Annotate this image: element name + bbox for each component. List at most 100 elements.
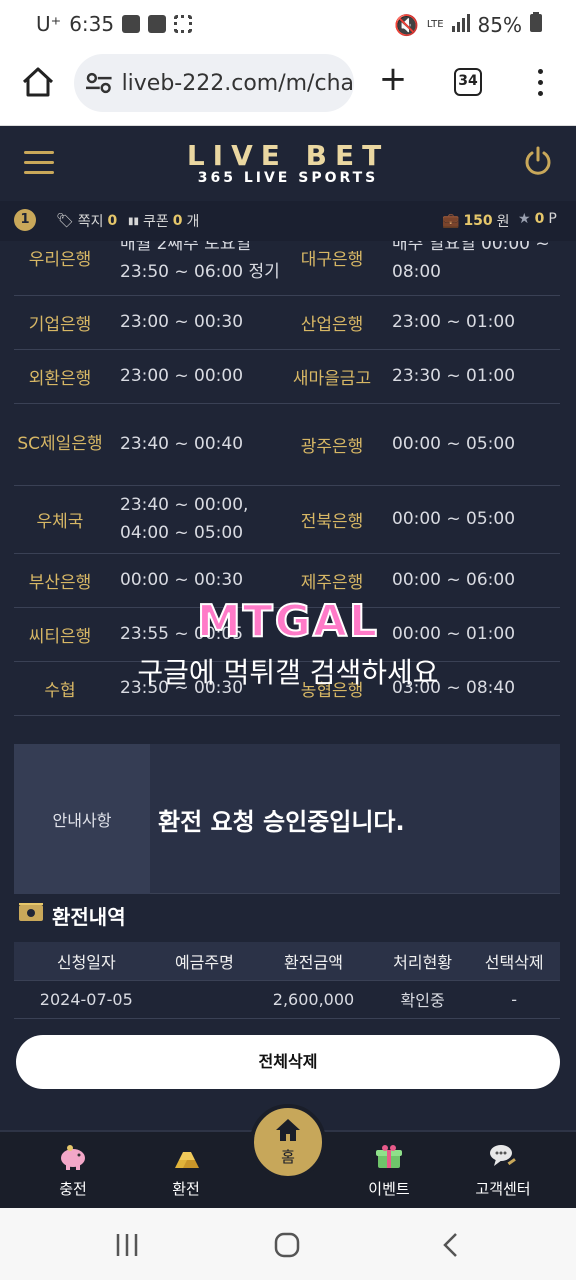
bank-maintenance-table: 우리은행 매월 2째주 토요일 23:50 ~ 06:00 정기 대구은행 매주…	[14, 241, 560, 716]
column-header: 환전금액	[250, 942, 377, 981]
logout-power-icon[interactable]	[522, 145, 554, 177]
notes-count: 0	[107, 213, 118, 229]
battery-level: 85%	[477, 12, 522, 37]
table-row: SC제일은행 23:40 ~ 00:40 광주은행 00:00 ~ 05:00	[14, 403, 560, 486]
table-row: 우리은행 매월 2째주 토요일 23:50 ~ 06:00 정기 대구은행 매주…	[14, 241, 560, 296]
level-badge: 1	[14, 209, 36, 231]
delete-all-button[interactable]: 전체삭제	[16, 1035, 560, 1089]
table-row: 2024-07-05 2,600,000 확인중 -	[14, 980, 560, 1019]
url-text: liveb-222.com/m/cha	[121, 70, 354, 96]
logo-main: LIVE BET	[186, 139, 390, 172]
nav-support[interactable]: 고객센터	[448, 1142, 558, 1199]
home-system-button[interactable]	[274, 1232, 300, 1262]
chat-icon	[488, 1142, 518, 1172]
nav-label: 홈	[281, 1148, 295, 1166]
bank-name: 씨티은행	[14, 607, 106, 662]
coupon-icon: ▮▮	[128, 215, 140, 227]
bank-name: 부산은행	[14, 553, 106, 608]
coupon-unit: 개	[186, 214, 200, 230]
bank-name	[286, 607, 378, 662]
point-unit: P	[548, 211, 557, 227]
bank-name: SC제일은행	[14, 403, 106, 486]
notice-message: 환전 요청 승인중입니다.	[158, 807, 405, 836]
column-header: 처리현황	[376, 942, 469, 981]
money-amount: 150	[463, 213, 493, 229]
nav-withdraw[interactable]: 환전	[131, 1142, 241, 1199]
column-header: 신청일자	[14, 942, 159, 981]
table-header-row: 신청일자 예금주명 환전금액 처리현황 선택삭제	[14, 942, 560, 981]
maintenance-time: 23:40 ~ 00:00, 04:00 ~ 05:00	[106, 485, 286, 554]
browser-home-button[interactable]	[18, 62, 58, 102]
maintenance-time: 00:00 ~ 06:00	[378, 553, 560, 608]
notes-label: 쪽지	[77, 214, 104, 230]
column-header: 예금주명	[158, 942, 251, 981]
maintenance-time: 00:00 ~ 05:00	[378, 485, 560, 554]
main-content[interactable]: 우리은행 매월 2째주 토요일 23:50 ~ 06:00 정기 대구은행 매주…	[0, 241, 576, 1130]
table-row: 우체국 23:40 ~ 00:00, 04:00 ~ 05:00 전북은행 00…	[14, 485, 560, 554]
url-bar[interactable]: liveb-222.com/m/cha	[74, 54, 354, 112]
bank-name: 대구은행	[286, 241, 378, 296]
exchange-history-table: 신청일자 예금주명 환전금액 처리현황 선택삭제 2024-07-05 2,60…	[14, 942, 560, 1019]
star-icon: ★	[518, 211, 531, 227]
table-row: 부산은행 00:00 ~ 00:30 제주은행 00:00 ~ 06:00	[14, 553, 560, 608]
recent-apps-button[interactable]	[114, 1232, 140, 1262]
column-header: 선택삭제	[468, 942, 560, 981]
notification-dots-icon	[174, 15, 193, 33]
money-stack-icon	[18, 902, 44, 929]
maintenance-time: 23:50 ~ 00:30	[106, 661, 286, 716]
system-navigation-bar	[0, 1208, 576, 1280]
nav-event[interactable]: 이벤트	[334, 1142, 444, 1199]
carrier: U⁺	[36, 12, 62, 36]
logo-sub: 365 LIVE SPORTS	[197, 170, 379, 186]
bank-name: 농협은행	[286, 661, 378, 716]
bank-name: 광주은행	[286, 403, 378, 486]
user-info-bar: 1 🏷 쪽지 0 ▮▮ 쿠폰 0 개 💼 150 원 ★ 0 P	[0, 201, 576, 241]
bottom-navigation: 충전 환전 홈 이벤트 고객센터	[0, 1104, 576, 1208]
bank-name: 수협	[14, 661, 106, 716]
browser-menu-button[interactable]	[530, 66, 550, 100]
site-settings-icon[interactable]	[86, 72, 112, 94]
tab-switcher-button[interactable]: 34	[454, 68, 482, 96]
coupon-label: 쿠폰	[143, 214, 169, 230]
gallery-icon	[122, 15, 141, 33]
bank-name: 제주은행	[286, 553, 378, 608]
select-delete[interactable]: -	[468, 980, 560, 1019]
maintenance-time: 23:30 ~ 01:00	[378, 349, 560, 404]
b-app-icon	[148, 15, 167, 33]
bank-name: 외환은행	[14, 349, 106, 404]
maintenance-time: 23:55 ~ 00:05	[106, 607, 286, 662]
back-button[interactable]	[438, 1232, 464, 1262]
table-row: 수협 23:50 ~ 00:30 농협은행 03:00 ~ 08:40	[14, 661, 560, 716]
bank-name: 전북은행	[286, 485, 378, 554]
money-unit: 원	[496, 214, 510, 230]
maintenance-time: 03:00 ~ 08:40	[378, 661, 560, 716]
notes-link[interactable]: 🏷 쪽지 0	[56, 211, 117, 231]
point-amount: 0	[534, 211, 545, 227]
table-row: 외환은행 23:00 ~ 00:00 새마을금고 23:30 ~ 01:00	[14, 349, 560, 404]
maintenance-time: 23:00 ~ 00:30	[106, 295, 286, 350]
notice-label: 안내사항	[14, 744, 150, 894]
bank-name: 새마을금고	[286, 349, 378, 404]
bank-name: 기업은행	[14, 295, 106, 350]
account-holder	[158, 980, 251, 1019]
bank-name: 산업은행	[286, 295, 378, 350]
browser-toolbar: liveb-222.com/m/cha + 34	[0, 48, 576, 126]
maintenance-time: 매월 2째주 토요일 23:50 ~ 06:00 정기	[106, 241, 286, 296]
mute-icon: 🔇	[394, 12, 419, 37]
maintenance-time: 매주 일요일 00:00 ~ 08:00	[378, 241, 560, 296]
battery-icon	[530, 12, 542, 37]
tag-icon: 🏷	[56, 213, 74, 229]
site-logo[interactable]: LIVE BET 365 LIVE SPORTS	[0, 139, 576, 186]
nav-home[interactable]: 홈	[250, 1104, 326, 1180]
maintenance-time: 00:00 ~ 00:30	[106, 553, 286, 608]
coupons-link[interactable]: ▮▮ 쿠폰 0 개	[128, 211, 199, 231]
exchange-history-title: 환전내역	[18, 901, 126, 930]
gift-icon	[374, 1142, 404, 1172]
nav-label: 고객센터	[475, 1180, 531, 1198]
table-row: 기업은행 23:00 ~ 00:30 산업은행 23:00 ~ 01:00	[14, 295, 560, 350]
maintenance-time: 00:00 ~ 01:00	[378, 607, 560, 662]
nav-deposit[interactable]: 충전	[18, 1142, 128, 1199]
process-status: 확인중	[376, 980, 469, 1019]
coupon-count: 0	[172, 213, 183, 229]
new-tab-button[interactable]: +	[378, 62, 408, 96]
